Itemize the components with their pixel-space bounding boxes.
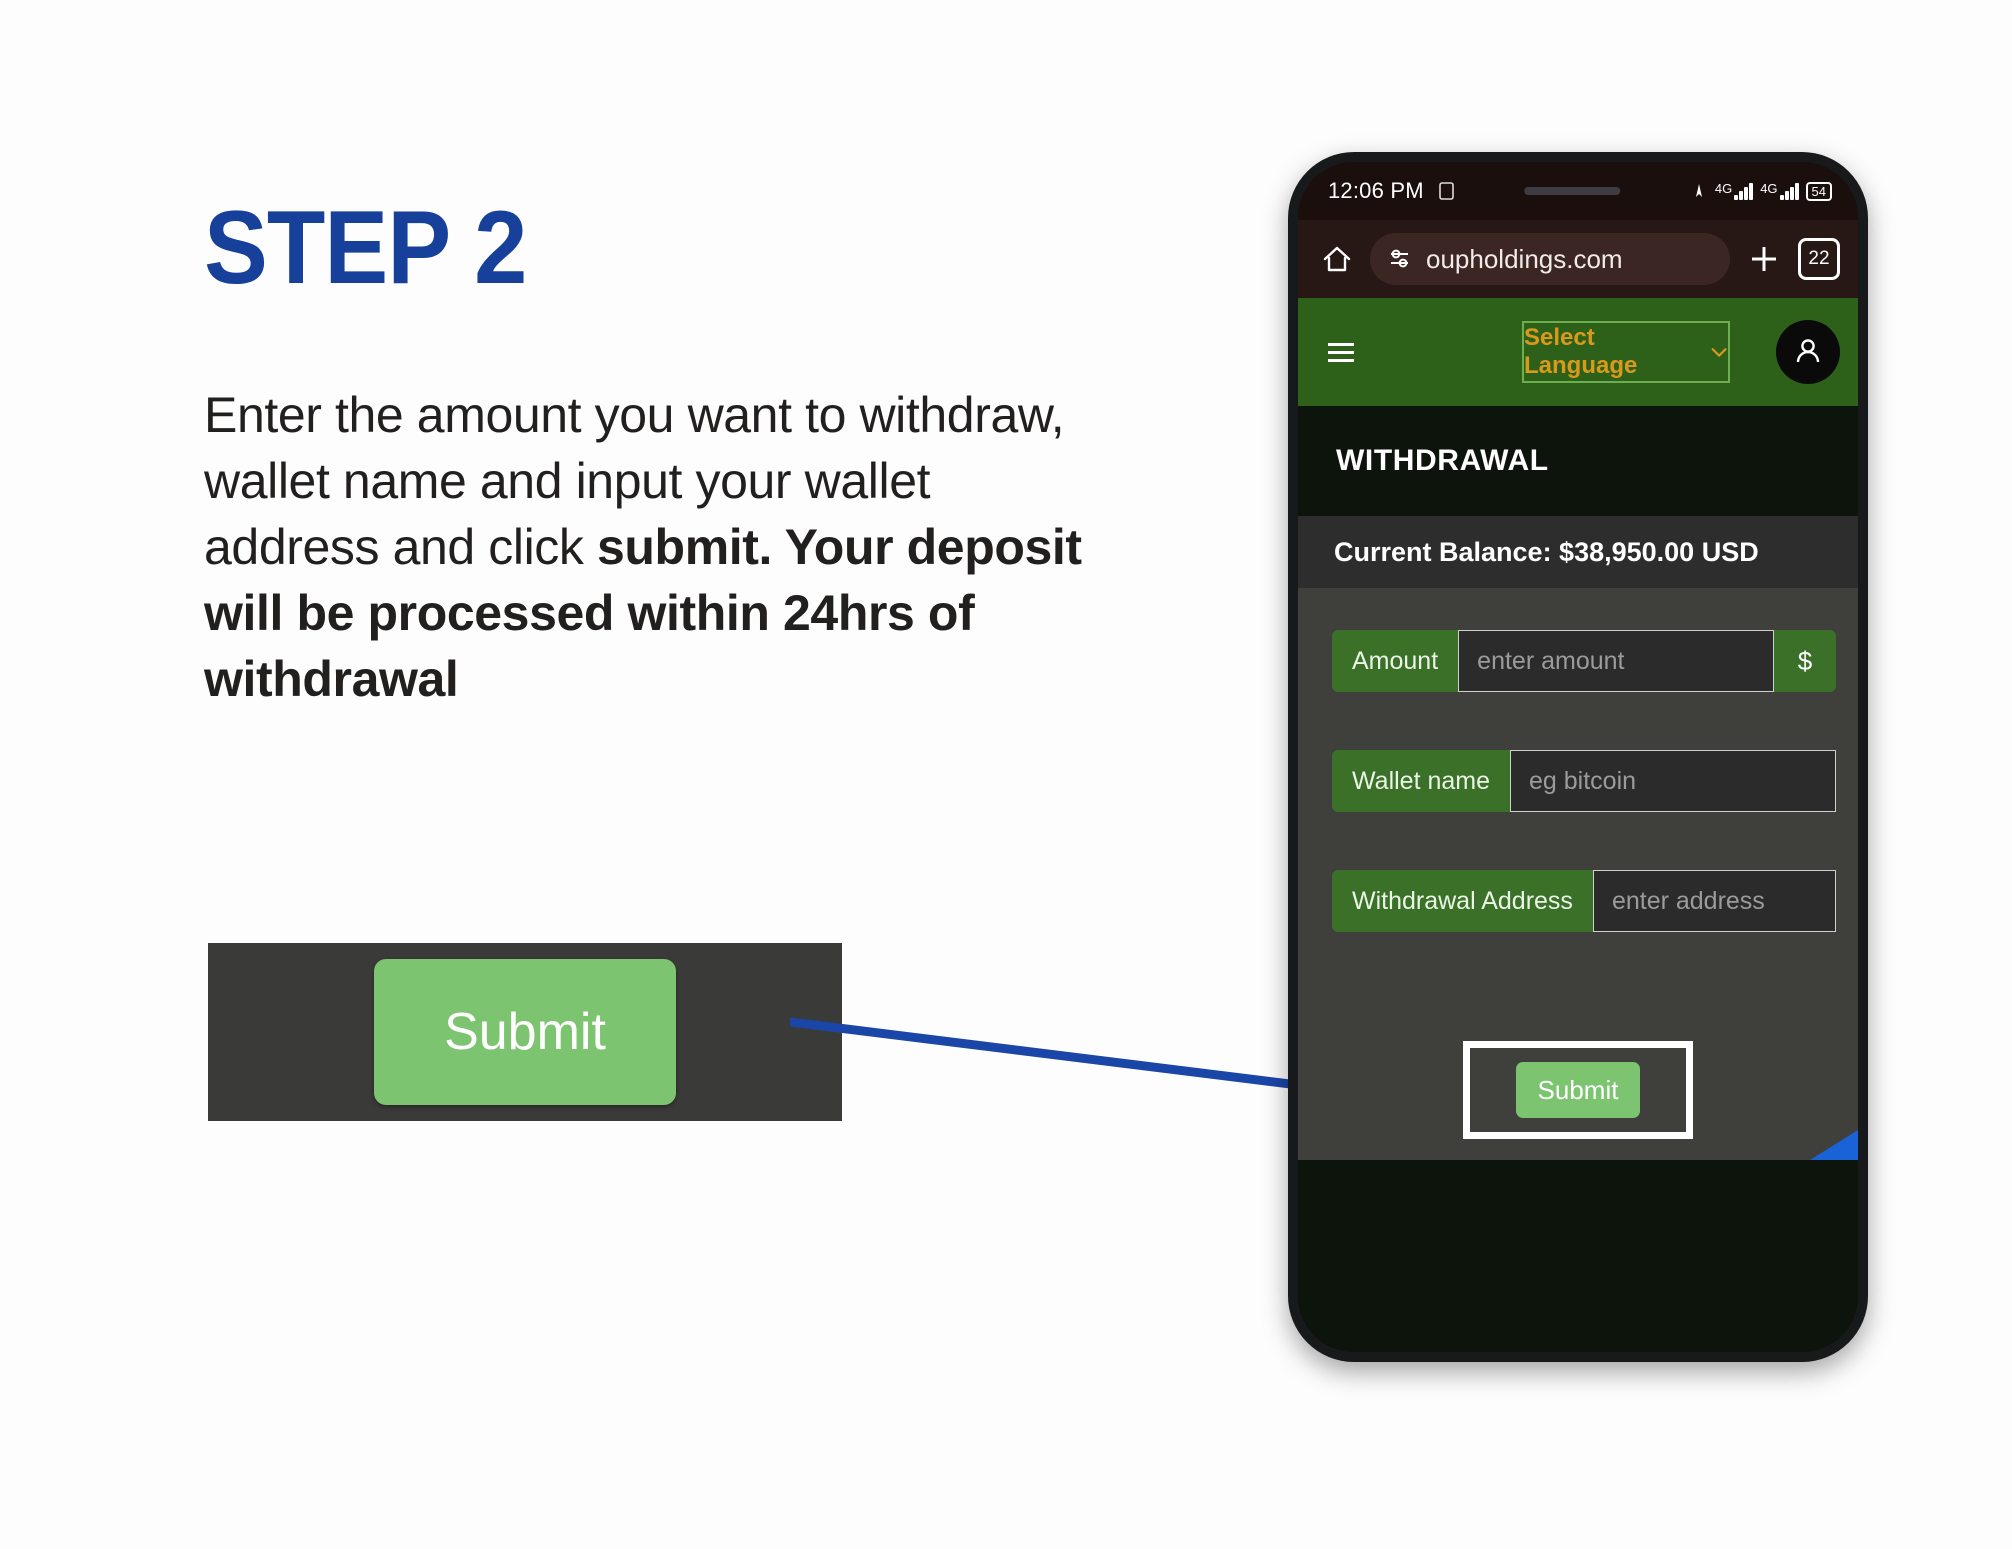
amount-field-row: Amount enter amount $ — [1332, 630, 1836, 692]
current-balance-bar: Current Balance: $38,950.00 USD — [1298, 516, 1858, 588]
user-icon — [1796, 339, 1820, 363]
phone-mockup: 12:06 PM 4G 4G 54 oupholdings.com 22 Sel… — [1288, 152, 1868, 1362]
withdrawal-address-label: Withdrawal Address — [1332, 870, 1593, 932]
app-header: Select Language — [1298, 298, 1858, 406]
withdrawal-page: WITHDRAWAL Current Balance: $38,950.00 U… — [1298, 406, 1858, 1352]
page-title: STEP 2 — [204, 190, 527, 306]
home-icon[interactable] — [1320, 242, 1354, 276]
sim-card-icon — [1438, 182, 1454, 200]
instruction-paragraph: Enter the amount you want to withdraw, w… — [204, 382, 1084, 712]
chevron-down-icon — [1711, 348, 1727, 357]
currency-suffix: $ — [1774, 630, 1836, 692]
tab-counter[interactable]: 22 — [1798, 238, 1840, 280]
select-language-label: Select Language — [1524, 324, 1638, 379]
amount-label: Amount — [1332, 630, 1459, 692]
amount-input[interactable]: enter amount — [1458, 630, 1774, 692]
location-icon — [1695, 184, 1702, 197]
status-time: 12:06 PM — [1328, 178, 1424, 203]
withdrawal-address-input[interactable]: enter address — [1592, 870, 1836, 932]
phone-screen: 12:06 PM 4G 4G 54 oupholdings.com 22 Sel… — [1298, 162, 1858, 1352]
network-indicator-1: 4G — [1714, 180, 1754, 200]
network-indicator-2: 4G — [1760, 180, 1799, 200]
network-label-2: 4G — [1760, 180, 1778, 196]
select-language-dropdown[interactable]: Select Language — [1522, 321, 1730, 383]
signal-bars-1 — [1734, 182, 1754, 200]
submit-highlight-box: Submit — [1463, 1041, 1693, 1139]
url-text: oupholdings.com — [1426, 243, 1623, 274]
site-settings-icon[interactable] — [1388, 246, 1414, 272]
hamburger-menu-icon[interactable] — [1328, 342, 1354, 362]
earpiece-speaker — [1524, 187, 1621, 195]
withdrawal-address-field-row: Withdrawal Address enter address — [1332, 870, 1836, 932]
callout-panel: Submit — [208, 943, 842, 1121]
status-right-icons: 4G 4G 54 — [1690, 180, 1832, 201]
avatar[interactable] — [1776, 320, 1840, 384]
submit-zone: Submit — [1298, 1020, 1858, 1160]
network-label-1: 4G — [1714, 180, 1733, 196]
wallet-name-input[interactable]: eg bitcoin — [1510, 750, 1836, 812]
status-bar: 12:06 PM 4G 4G 54 — [1298, 162, 1858, 220]
signal-bars-2 — [1779, 182, 1799, 200]
submit-button[interactable]: Submit — [1516, 1062, 1640, 1118]
battery-indicator: 54 — [1805, 181, 1832, 201]
url-bar[interactable]: oupholdings.com — [1370, 233, 1730, 285]
status-notification-icons — [1436, 180, 1458, 202]
withdrawal-form: Amount enter amount $ Wallet name eg bit… — [1298, 588, 1858, 1020]
new-tab-icon[interactable] — [1746, 241, 1782, 277]
browser-toolbar: oupholdings.com 22 — [1298, 220, 1858, 298]
wallet-name-field-row: Wallet name eg bitcoin — [1332, 750, 1836, 812]
wallet-name-label: Wallet name — [1332, 750, 1511, 812]
callout-submit-button[interactable]: Submit — [374, 959, 676, 1105]
withdrawal-heading: WITHDRAWAL — [1336, 444, 1549, 477]
